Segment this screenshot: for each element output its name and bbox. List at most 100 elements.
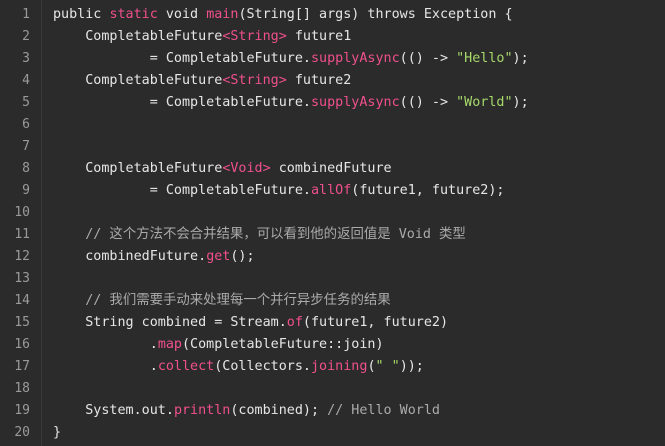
code-line[interactable]: 4 CompletableFuture<String> future2	[0, 70, 665, 92]
highlighted-token: map	[157, 337, 182, 352]
code-token: .	[53, 337, 158, 352]
code-token: = CompletableFuture.	[53, 95, 311, 110]
code-token: );	[512, 95, 529, 110]
highlighted-token: <String>	[222, 29, 287, 44]
line-code: .map(CompletableFuture::join)	[53, 334, 384, 356]
code-token: ();	[230, 249, 255, 264]
code-line[interactable]: 14 // 我们需要手动来处理每一个并行异步任务的结果	[0, 290, 665, 312]
code-token: (String[] args) throws Exception {	[238, 7, 513, 22]
line-number: 11	[14, 227, 30, 242]
code-line[interactable]: 12 combinedFuture.get();	[0, 246, 665, 268]
code-token: public	[53, 7, 110, 22]
code-token: future2	[286, 73, 352, 88]
line-number: 9	[22, 183, 30, 198]
code-token: CompletableFuture	[53, 161, 223, 176]
highlighted-token: get	[206, 249, 231, 264]
line-number: 8	[22, 161, 30, 176]
line-number: 4	[22, 73, 30, 88]
highlighted-token: static	[109, 7, 158, 22]
line-number: 14	[14, 293, 30, 308]
line-code: CompletableFuture<String> future2	[53, 70, 351, 92]
code-token: (Collectors.	[214, 359, 311, 374]
comment-token: // Hello World	[327, 403, 440, 418]
line-code: = CompletableFuture.supplyAsync(() -> "H…	[53, 48, 529, 70]
code-token: }	[53, 425, 62, 440]
string-token: "World"	[456, 95, 513, 110]
code-token: = CompletableFuture.	[53, 183, 311, 198]
line-code: // 这个方法不会合并结果，可以看到他的返回值是 Void 类型	[53, 224, 466, 246]
code-line[interactable]: 17 .collect(Collectors.joining(" "));	[0, 356, 665, 378]
line-number: 1	[22, 7, 30, 22]
highlighted-token: main	[206, 7, 239, 22]
highlighted-token: collect	[157, 359, 215, 374]
line-code: combinedFuture.get();	[53, 246, 255, 268]
string-token: "Hello"	[456, 51, 513, 66]
line-code: CompletableFuture<Void> combinedFuture	[53, 158, 392, 180]
code-line[interactable]: 18	[0, 378, 665, 400]
line-number: 17	[14, 359, 30, 374]
highlighted-token: supplyAsync	[310, 51, 400, 66]
code-line[interactable]: 7	[0, 136, 665, 158]
code-line[interactable]: 6	[0, 114, 665, 136]
line-number: 15	[14, 315, 30, 330]
line-code: // 我们需要手动来处理每一个并行异步任务的结果	[53, 290, 391, 312]
code-token: void	[157, 7, 207, 22]
code-token: (CompletableFuture::join)	[182, 337, 384, 352]
code-token: combinedFuture.	[53, 249, 207, 264]
line-code: public static void main(String[] args) t…	[53, 4, 513, 26]
code-token: (() ->	[399, 95, 457, 110]
code-line[interactable]: 2 CompletableFuture<String> future1	[0, 26, 665, 48]
line-number: 16	[14, 337, 30, 352]
line-code: CompletableFuture<String> future1	[53, 26, 351, 48]
line-number: 7	[22, 139, 30, 154]
code-token: = CompletableFuture.	[53, 51, 311, 66]
code-token: combinedFuture	[270, 161, 392, 176]
line-number: 5	[22, 95, 30, 110]
code-line[interactable]: 8 CompletableFuture<Void> combinedFuture	[0, 158, 665, 180]
code-token: .	[53, 359, 158, 374]
code-line[interactable]: 5 = CompletableFuture.supplyAsync(() -> …	[0, 92, 665, 114]
line-code: = CompletableFuture.allOf(future1, futur…	[53, 180, 505, 202]
line-number: 13	[14, 271, 30, 286]
highlighted-token: of	[286, 315, 303, 330]
code-token: (combined);	[230, 403, 328, 418]
line-number: 19	[14, 403, 30, 418]
code-token: System.out.	[53, 403, 174, 418]
code-line[interactable]: 9 = CompletableFuture.allOf(future1, fut…	[0, 180, 665, 202]
code-line[interactable]: 11 // 这个方法不会合并结果，可以看到他的返回值是 Void 类型	[0, 224, 665, 246]
code-token: (future1, future2);	[351, 183, 505, 198]
line-code: .collect(Collectors.joining(" "));	[53, 356, 424, 378]
code-token: (	[367, 359, 376, 374]
highlighted-token: joining	[311, 359, 368, 374]
code-line[interactable]: 20}	[0, 422, 665, 444]
highlighted-token: <String>	[222, 73, 287, 88]
line-number: 3	[22, 51, 30, 66]
highlighted-token: println	[173, 403, 231, 418]
code-token: CompletableFuture	[53, 73, 223, 88]
code-line[interactable]: 15 String combined = Stream.of(future1, …	[0, 312, 665, 334]
line-number: 18	[14, 381, 30, 396]
code-token: (future1, future2)	[302, 315, 449, 330]
code-line[interactable]: 13	[0, 268, 665, 290]
code-line[interactable]: 16 .map(CompletableFuture::join)	[0, 334, 665, 356]
code-line[interactable]: 10	[0, 202, 665, 224]
code-token: CompletableFuture	[53, 29, 223, 44]
code-line[interactable]: 3 = CompletableFuture.supplyAsync(() -> …	[0, 48, 665, 70]
highlighted-token: <Void>	[222, 161, 271, 176]
line-number: 12	[14, 249, 30, 264]
code-token: String combined = Stream.	[53, 315, 287, 330]
highlighted-token: allOf	[310, 183, 352, 198]
comment-token: // 我们需要手动来处理每一个并行异步任务的结果	[53, 293, 391, 308]
line-code: = CompletableFuture.supplyAsync(() -> "W…	[53, 92, 529, 114]
line-code: System.out.println(combined); // Hello W…	[53, 400, 440, 422]
code-editor[interactable]: 1 public static void main(String[] args) …	[0, 0, 665, 446]
code-token: (() ->	[399, 51, 457, 66]
line-number: 2	[22, 29, 30, 44]
code-line[interactable]: 19 System.out.println(combined); // Hell…	[0, 400, 665, 422]
line-code: }	[53, 422, 61, 444]
code-token: ));	[399, 359, 424, 374]
line-number: 6	[22, 117, 30, 132]
comment-token: // 这个方法不会合并结果，可以看到他的返回值是 Void 类型	[53, 227, 466, 242]
code-line[interactable]: 1 public static void main(String[] args) …	[0, 4, 665, 26]
highlighted-token: supplyAsync	[310, 95, 400, 110]
